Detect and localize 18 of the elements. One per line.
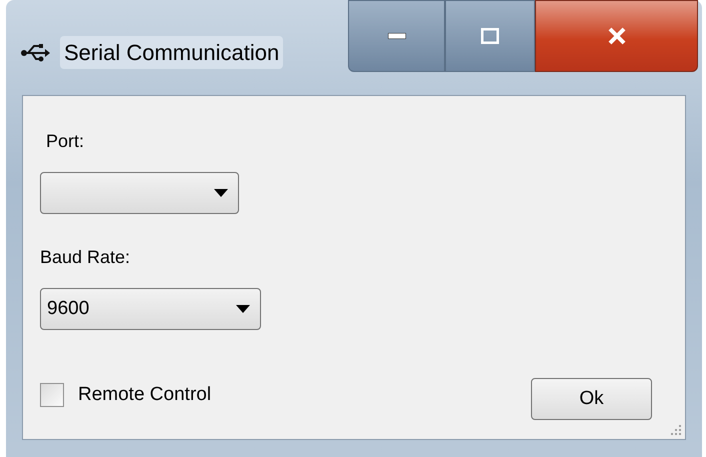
baud-rate-label: Baud Rate: [40, 246, 132, 268]
minimize-icon [388, 33, 406, 39]
remote-control-checkbox[interactable] [40, 383, 64, 407]
window-title: Serial Communication [60, 36, 284, 69]
usb-icon [20, 42, 50, 64]
resize-grip-icon [670, 424, 682, 436]
ok-button[interactable]: Ok [531, 378, 652, 420]
minimize-button[interactable] [348, 0, 445, 72]
remote-control-label: Remote Control [78, 382, 212, 407]
close-button[interactable] [535, 0, 698, 72]
maximize-icon [481, 28, 499, 44]
port-dropdown[interactable] [40, 172, 239, 214]
baud-rate-dropdown[interactable]: 9600 [40, 288, 261, 330]
port-label: Port: [45, 130, 86, 152]
maximize-button[interactable] [445, 0, 535, 72]
dropdown-arrow-icon [214, 189, 228, 197]
dropdown-arrow-icon [236, 305, 250, 313]
close-icon [606, 27, 626, 45]
